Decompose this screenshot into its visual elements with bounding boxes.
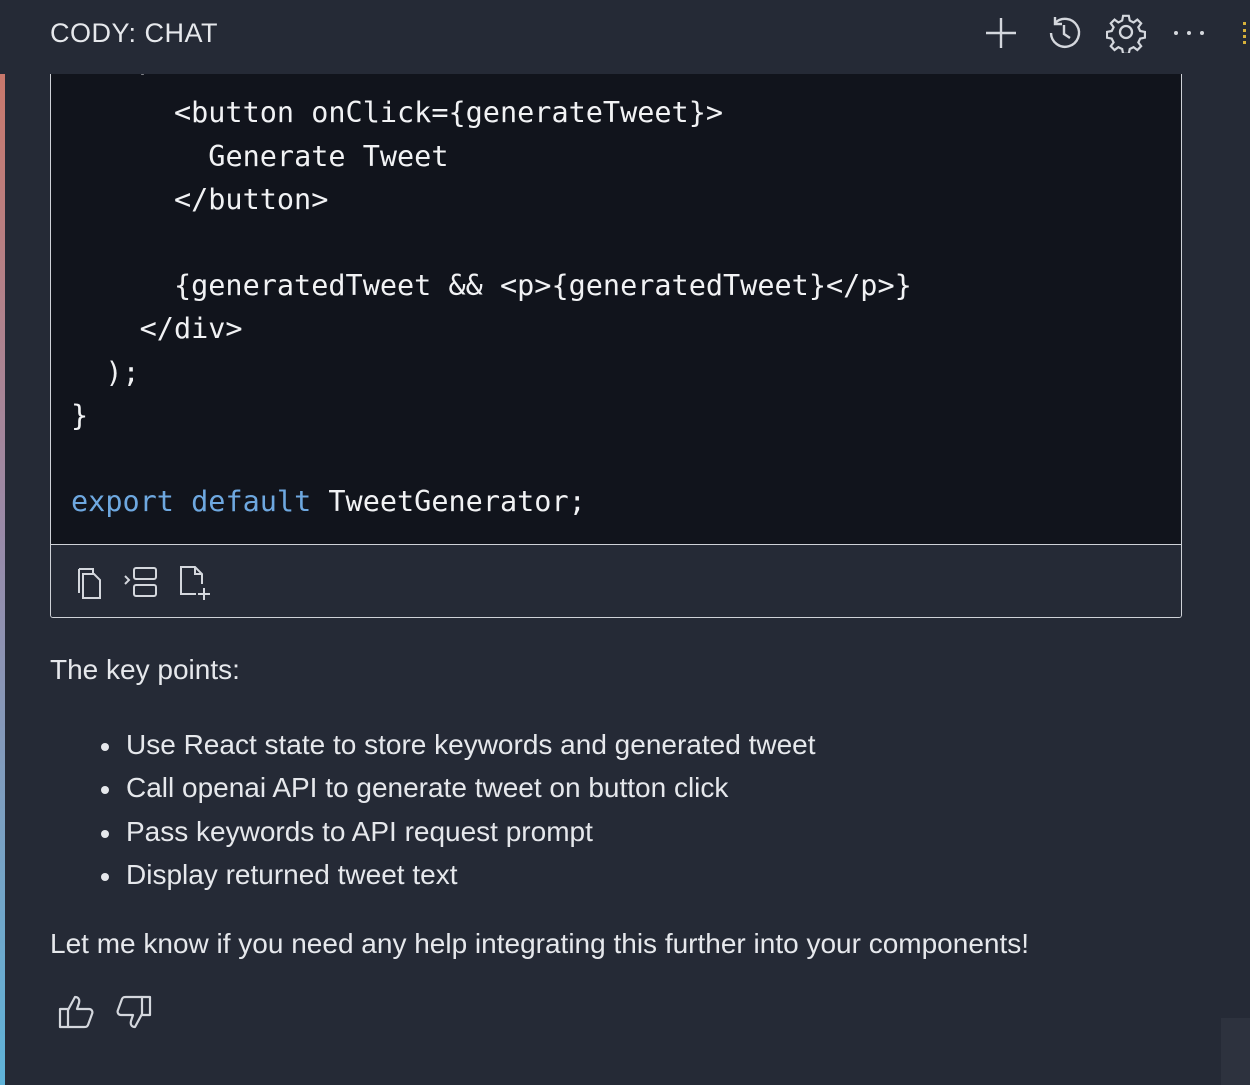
panel-title: CODY: CHAT: [50, 18, 219, 48]
keyword-default: default: [191, 485, 312, 518]
list-item: Call openai API to generate tweet on but…: [98, 768, 816, 811]
key-points-list: Use React state to store keywords and ge…: [98, 725, 816, 898]
message-closing: Let me know if you need any help integra…: [50, 928, 1030, 959]
copy-icon: [78, 568, 101, 599]
gear-icon: [1106, 14, 1146, 53]
code-line: {generatedTweet && <p>{generatedTweet}</…: [173, 269, 912, 302]
thumbs-down-button[interactable]: [112, 990, 156, 1034]
insert-at-cursor-button[interactable]: [121, 563, 161, 603]
thumbs-down-icon: [116, 995, 152, 1029]
save-to-new-file-button[interactable]: [175, 563, 215, 603]
history-icon: [1049, 17, 1081, 48]
list-item: Pass keywords to API request prompt: [98, 812, 816, 855]
code-line: </button>: [173, 183, 329, 216]
code-line-partial: />: [71, 74, 174, 80]
thumbs-up-icon: [58, 995, 94, 1029]
message-intro: The key points:: [50, 654, 240, 685]
list-item: Display returned tweet text: [98, 855, 816, 898]
thumbs-up-button[interactable]: [54, 990, 98, 1034]
more-actions-button[interactable]: [1169, 12, 1209, 54]
new-chat-button[interactable]: [981, 12, 1021, 54]
code-line: <button onClick={generateTweet}>: [173, 96, 724, 129]
settings-button[interactable]: [1106, 12, 1146, 54]
plus-icon: [986, 18, 1016, 48]
copy-code-button[interactable]: [68, 563, 108, 603]
code-area: /> <button onClick={generateTweet}> Gene…: [51, 74, 1181, 545]
code-toolbar: [51, 545, 1181, 617]
code-block: /> <button onClick={generateTweet}> Gene…: [50, 74, 1182, 618]
code-line: );: [105, 356, 140, 389]
left-accent-bar: [0, 74, 5, 1085]
code-line: Generate Tweet: [208, 140, 449, 173]
keyword-export: export: [71, 485, 174, 518]
code-line-export: export default TweetGenerator;: [71, 485, 586, 518]
code-line: </div>: [139, 312, 243, 345]
history-button[interactable]: [1044, 12, 1084, 54]
focus-indicator: [1243, 22, 1250, 44]
code-line: }: [71, 399, 89, 432]
panel-header: CODY: CHAT: [0, 0, 1250, 74]
insert-icon: [124, 567, 157, 597]
list-item: Use React state to store keywords and ge…: [98, 725, 816, 768]
scrollbar-thumb[interactable]: [1221, 1018, 1250, 1085]
ellipsis-icon: [1174, 31, 1204, 35]
new-file-icon: [180, 566, 210, 600]
